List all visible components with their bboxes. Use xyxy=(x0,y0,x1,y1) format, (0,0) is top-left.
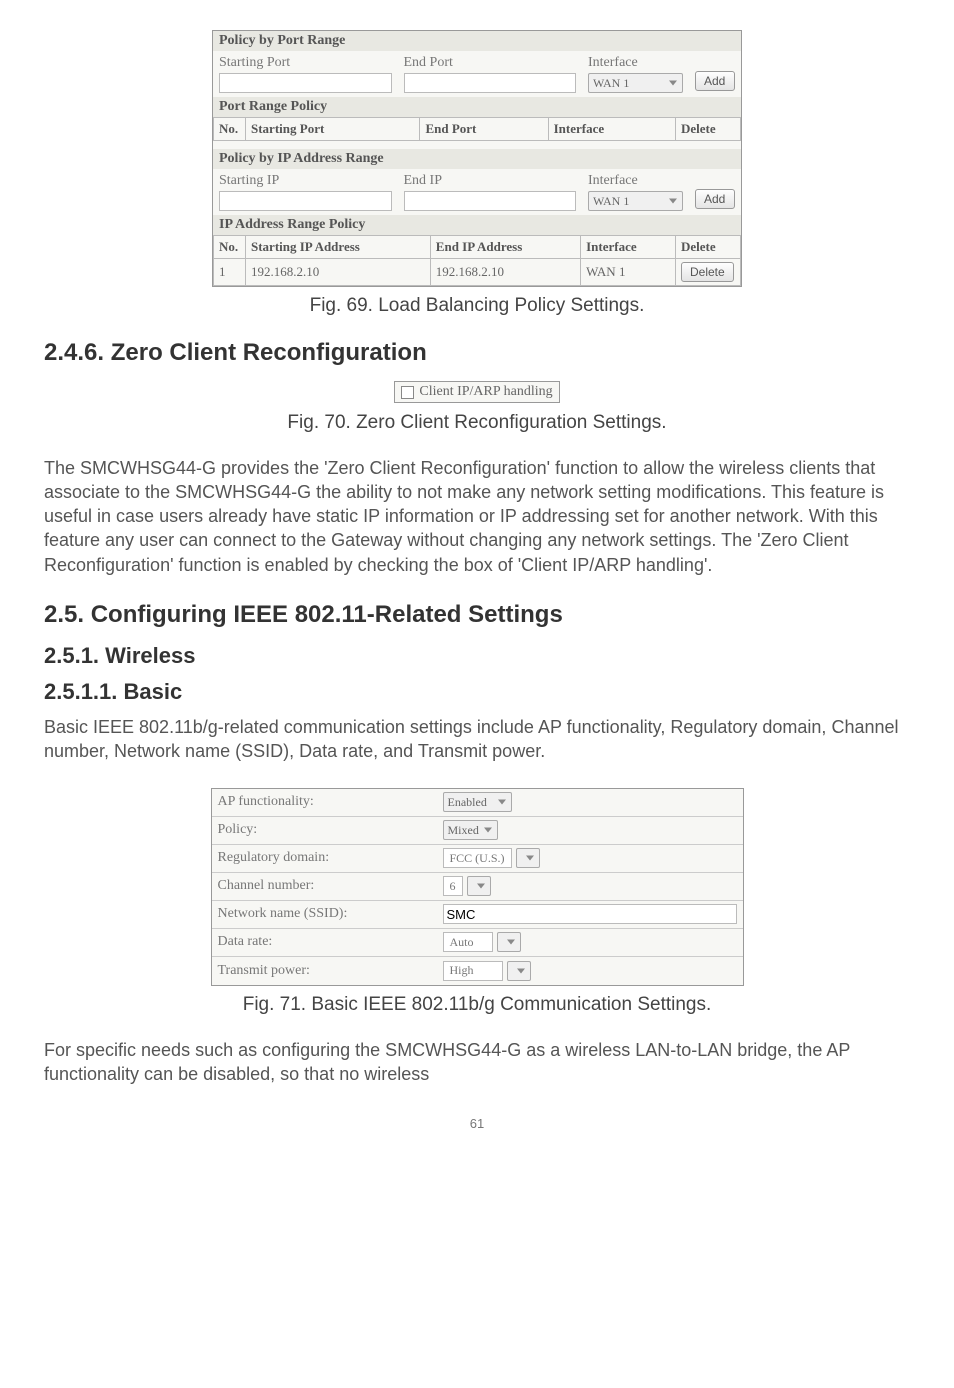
page-number: 61 xyxy=(44,1116,910,1131)
ap-functionality-select[interactable]: Enabled xyxy=(443,792,512,812)
policy-label: Policy: xyxy=(218,822,443,838)
row-ap-functionality: AP functionality: Enabled xyxy=(212,789,743,817)
row-datarate: Data rate: Auto xyxy=(212,929,743,957)
col-end-port: End Port xyxy=(420,118,548,141)
col-starting-port: Starting Port xyxy=(246,118,420,141)
ssid-label: Network name (SSID): xyxy=(218,906,443,922)
port-range-policy-table: No. Starting Port End Port Interface Del… xyxy=(213,117,741,141)
figure-70-caption: Fig. 70. Zero Client Reconfiguration Set… xyxy=(44,412,910,434)
col-delete: Delete xyxy=(676,236,741,259)
end-ip-label: End IP xyxy=(404,173,577,189)
client-ip-arp-checkbox[interactable] xyxy=(401,386,414,399)
cell-end-ip: 192.168.2.10 xyxy=(430,259,580,286)
figure-69-caption: Fig. 69. Load Balancing Policy Settings. xyxy=(44,295,910,317)
txpower-label: Transmit power: xyxy=(218,963,443,979)
channel-value: 6 xyxy=(443,876,463,896)
table-row: 1 192.168.2.10 192.168.2.10 WAN 1 Delete xyxy=(214,259,741,286)
col-no: No. xyxy=(214,236,246,259)
row-txpower: Transmit power: High xyxy=(212,957,743,985)
add-button[interactable]: Add xyxy=(695,71,735,91)
starting-ip-label: Starting IP xyxy=(219,173,392,189)
regulatory-label: Regulatory domain: xyxy=(218,850,443,866)
col-delete: Delete xyxy=(676,118,741,141)
regulatory-value: FCC (U.S.) xyxy=(443,848,512,868)
starting-ip-input[interactable] xyxy=(219,191,392,211)
paragraph-specific-needs: For specific needs such as configuring t… xyxy=(44,1038,910,1087)
col-interface: Interface xyxy=(548,118,675,141)
figure-70-panel: Client IP/ARP handling xyxy=(394,381,559,403)
ip-address-range-policy-header: IP Address Range Policy xyxy=(213,215,741,235)
add-button-2[interactable]: Add xyxy=(695,189,735,209)
interface-select[interactable]: WAN 1 xyxy=(588,73,683,93)
policy-port-range-header: Policy by Port Range xyxy=(213,31,741,51)
datarate-label: Data rate: xyxy=(218,934,443,950)
delete-button[interactable]: Delete xyxy=(681,262,734,282)
cell-start-ip: 192.168.2.10 xyxy=(246,259,431,286)
cell-interface: WAN 1 xyxy=(581,259,676,286)
txpower-select[interactable] xyxy=(507,961,531,981)
datarate-value: Auto xyxy=(443,932,493,952)
policy-select[interactable]: Mixed xyxy=(443,820,498,840)
port-range-policy-header: Port Range Policy xyxy=(213,97,741,117)
txpower-value: High xyxy=(443,961,503,981)
ssid-input[interactable] xyxy=(443,904,737,924)
client-ip-arp-label: Client IP/ARP handling xyxy=(419,384,552,400)
heading-2-4-6: 2.4.6. Zero Client Reconfiguration xyxy=(44,339,910,367)
interface-label: Interface xyxy=(588,55,683,71)
heading-2-5-1-1: 2.5.1.1. Basic xyxy=(44,679,910,705)
col-no: No. xyxy=(214,118,246,141)
heading-2-5: 2.5. Configuring IEEE 802.11-Related Set… xyxy=(44,601,910,629)
interface-label-2: Interface xyxy=(588,173,683,189)
figure-69-panel: Policy by Port Range Starting Port End P… xyxy=(212,30,742,287)
paragraph-basic-intro: Basic IEEE 802.11b/g-related communicati… xyxy=(44,715,910,764)
col-end-ip: End IP Address xyxy=(430,236,580,259)
channel-label: Channel number: xyxy=(218,878,443,894)
regulatory-select[interactable] xyxy=(516,848,540,868)
figure-71-caption: Fig. 71. Basic IEEE 802.11b/g Communicat… xyxy=(44,994,910,1016)
row-channel: Channel number: 6 xyxy=(212,873,743,901)
paragraph-zero-client: The SMCWHSG44-G provides the 'Zero Clien… xyxy=(44,456,910,577)
row-policy: Policy: Mixed xyxy=(212,817,743,845)
ip-address-range-policy-table: No. Starting IP Address End IP Address I… xyxy=(213,235,741,286)
interface-select-2[interactable]: WAN 1 xyxy=(588,191,683,211)
end-ip-input[interactable] xyxy=(404,191,577,211)
row-regulatory: Regulatory domain: FCC (U.S.) xyxy=(212,845,743,873)
ap-functionality-label: AP functionality: xyxy=(218,794,443,810)
datarate-select[interactable] xyxy=(497,932,521,952)
end-port-input[interactable] xyxy=(404,73,577,93)
channel-select[interactable] xyxy=(467,876,491,896)
policy-ip-range-header: Policy by IP Address Range xyxy=(213,149,741,169)
starting-port-input[interactable] xyxy=(219,73,392,93)
figure-71-panel: AP functionality: Enabled Policy: Mixed … xyxy=(211,788,744,986)
row-ssid: Network name (SSID): xyxy=(212,901,743,929)
col-interface: Interface xyxy=(581,236,676,259)
end-port-label: End Port xyxy=(404,55,577,71)
heading-2-5-1: 2.5.1. Wireless xyxy=(44,643,910,669)
cell-no: 1 xyxy=(214,259,246,286)
col-starting-ip: Starting IP Address xyxy=(246,236,431,259)
starting-port-label: Starting Port xyxy=(219,55,392,71)
